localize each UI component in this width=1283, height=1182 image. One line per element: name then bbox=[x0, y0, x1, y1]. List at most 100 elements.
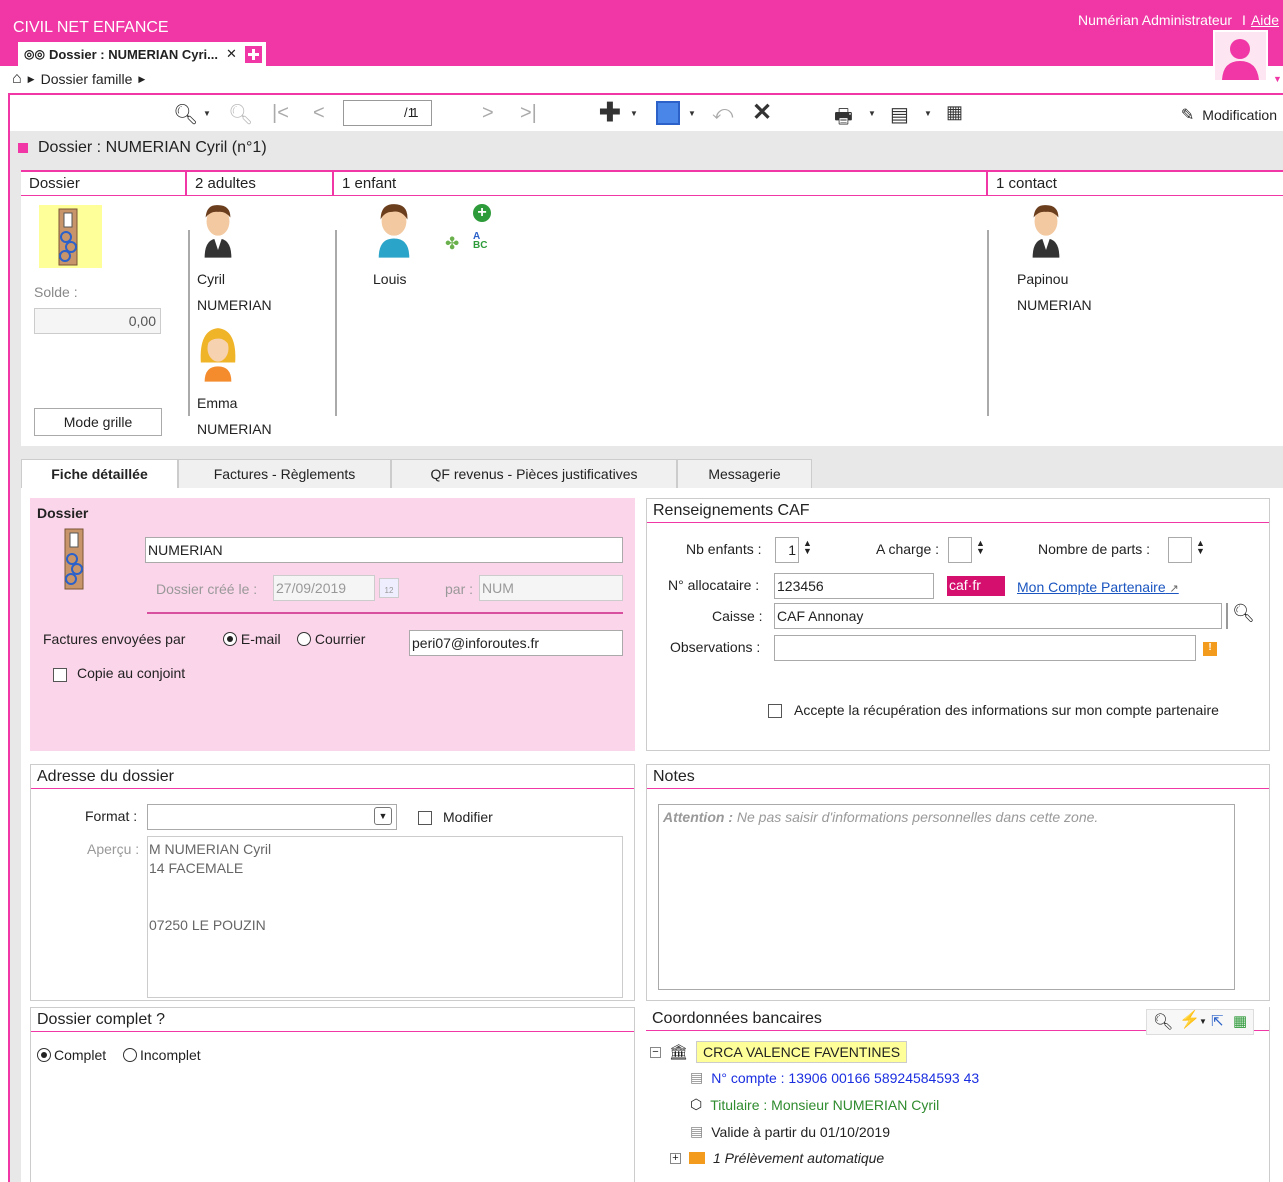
previous-page-icon[interactable]: < bbox=[313, 102, 325, 125]
child-avatar-icon bbox=[378, 204, 410, 258]
grid-icon[interactable]: ▦ bbox=[946, 102, 963, 123]
modification-mode[interactable]: ✎ Modification bbox=[1181, 105, 1277, 125]
avatar-dropdown-icon[interactable]: ▼ bbox=[1273, 74, 1282, 84]
edit-icon: ✎ bbox=[1180, 107, 1195, 124]
caisse-input[interactable]: CAF Annonay bbox=[774, 603, 1222, 629]
expand-icon[interactable]: + bbox=[670, 1152, 681, 1164]
chevron-down-icon[interactable]: ▼ bbox=[924, 109, 932, 118]
email-input[interactable]: peri07@inforoutes.fr bbox=[409, 630, 623, 656]
holder: Titulaire : Monsieur NUMERIAN Cyril bbox=[710, 1096, 940, 1113]
divider bbox=[188, 230, 190, 416]
solde-label: Solde : bbox=[34, 284, 78, 300]
incomplete-label: Incomplet bbox=[140, 1047, 201, 1063]
export-icon[interactable]: ⇱ bbox=[1211, 1012, 1224, 1030]
bank-tree-root[interactable]: − 🏛︎ CRCA VALENCE FAVENTINES bbox=[650, 1041, 908, 1063]
contact-last-name: NUMERIAN bbox=[1017, 297, 1092, 313]
abc-blocks-icon[interactable]: A BC bbox=[473, 232, 487, 251]
chevron-down-icon[interactable]: ▼ bbox=[1199, 1017, 1207, 1026]
observations-input[interactable] bbox=[774, 635, 1196, 661]
zoom-icon[interactable]: 🔍︎ bbox=[228, 102, 253, 127]
validity-row[interactable]: ▤ Valide à partir du 01/10/2019 bbox=[690, 1123, 890, 1140]
settings-icon[interactable]: ▤ bbox=[890, 102, 909, 127]
chevron-down-icon[interactable]: ▼ bbox=[374, 807, 392, 825]
warning-icon[interactable]: ! bbox=[1203, 642, 1217, 656]
new-tab-icon[interactable] bbox=[244, 45, 262, 63]
home-icon[interactable]: ⌂ bbox=[12, 70, 22, 88]
parts-input[interactable] bbox=[1168, 537, 1192, 563]
search-icon[interactable]: 🔍︎ bbox=[1153, 1012, 1173, 1032]
bank-name: CRCA VALENCE FAVENTINES bbox=[696, 1041, 908, 1063]
adult-card[interactable]: Emma NUMERIAN bbox=[197, 324, 272, 442]
radio-icon bbox=[297, 632, 311, 646]
chevron-down-icon[interactable]: ▼ bbox=[203, 109, 211, 118]
lightning-icon[interactable]: ⚡ bbox=[1179, 1010, 1200, 1030]
debit-row[interactable]: + 1 Prélèvement automatique bbox=[670, 1150, 884, 1166]
calendar-icon[interactable]: 12 bbox=[379, 578, 399, 598]
breadcrumb-item[interactable]: Dossier famille bbox=[41, 71, 133, 87]
dependent-input[interactable] bbox=[948, 537, 972, 563]
tab-factures[interactable]: Factures - Règlements bbox=[178, 459, 391, 489]
stepper-icon[interactable]: ▲ ▼ bbox=[976, 539, 985, 556]
search-icon[interactable]: 🔍︎ bbox=[1232, 603, 1255, 624]
tab-fiche-detaillee[interactable]: Fiche détaillée bbox=[21, 459, 178, 490]
partner-account-link[interactable]: Mon Compte Partenaire ↗ bbox=[1017, 579, 1179, 595]
tab-messagerie[interactable]: Messagerie bbox=[677, 459, 812, 489]
account-number: N° compte : 13906 00166 58924584593 43 bbox=[711, 1069, 980, 1086]
allocataire-input[interactable]: 123456 bbox=[774, 573, 934, 599]
chevron-down-icon[interactable]: ▼ bbox=[868, 109, 876, 118]
puzzle-icon[interactable]: ✤ bbox=[445, 234, 459, 254]
next-page-icon[interactable]: > bbox=[482, 102, 494, 125]
contact-card[interactable]: Papinou NUMERIAN bbox=[1017, 200, 1092, 318]
tab-qf-revenus[interactable]: QF revenus - Pièces justificatives bbox=[391, 459, 677, 489]
stepper-icon[interactable]: ▲ ▼ bbox=[1196, 539, 1205, 556]
undo-icon[interactable]: ⤺ bbox=[712, 102, 733, 125]
save-icon[interactable] bbox=[656, 101, 680, 125]
page-input[interactable]: 1/ 1 bbox=[343, 100, 432, 126]
mail-radio[interactable]: Courrier bbox=[297, 631, 365, 647]
nb-children-label: Nb enfants : bbox=[686, 541, 762, 557]
user-name[interactable]: Numérian Administrateur bbox=[1078, 12, 1232, 28]
child-card[interactable]: Louis bbox=[373, 200, 415, 292]
first-page-icon[interactable]: |< bbox=[272, 102, 289, 125]
breadcrumb: ⌂ ▶ Dossier famille ▶ bbox=[12, 70, 145, 88]
chevron-down-icon[interactable]: ▼ bbox=[688, 109, 696, 118]
add-child-icon[interactable]: + bbox=[473, 204, 491, 222]
email-radio[interactable]: E-mail bbox=[223, 631, 281, 647]
collapse-icon[interactable]: − bbox=[650, 1046, 661, 1058]
grid-mode-button[interactable]: Mode grille bbox=[34, 408, 162, 436]
nb-children-input[interactable]: 1 bbox=[775, 537, 799, 563]
last-page-icon[interactable]: >| bbox=[520, 102, 537, 125]
dossier-icon[interactable] bbox=[39, 205, 102, 268]
caf-logo[interactable]: caf·fr bbox=[947, 576, 1005, 596]
format-select[interactable] bbox=[147, 804, 397, 830]
adult-card[interactable]: Cyril NUMERIAN bbox=[197, 200, 272, 318]
tab-dossier[interactable]: ◎◎ Dossier : NUMERIAN Cyri... ✕ bbox=[18, 42, 266, 66]
copy-spouse-checkbox[interactable] bbox=[53, 668, 67, 682]
add-icon[interactable]: ✚ bbox=[599, 97, 621, 128]
accept-checkbox[interactable] bbox=[768, 704, 782, 718]
notes-textarea[interactable]: Attention : Ne pas saisir d'informations… bbox=[658, 804, 1235, 990]
document-icon: ▤ bbox=[690, 1069, 704, 1085]
family-header-children: 1 enfant bbox=[334, 172, 988, 196]
help-link[interactable]: Aide bbox=[1251, 12, 1279, 28]
delete-icon[interactable]: ✕ bbox=[752, 98, 772, 127]
user-separator: I bbox=[1241, 12, 1246, 28]
created-date-input: 27/09/2019 bbox=[273, 575, 375, 601]
notes-warning-bold: Attention : bbox=[663, 809, 733, 825]
search-icon[interactable]: 🔍︎ bbox=[173, 102, 198, 127]
by-label: par : bbox=[445, 581, 474, 597]
holder-row[interactable]: ⬡ Titulaire : Monsieur NUMERIAN Cyril bbox=[690, 1096, 939, 1113]
close-icon[interactable]: ✕ bbox=[226, 46, 237, 62]
modify-checkbox[interactable] bbox=[418, 811, 432, 825]
bank-account-row[interactable]: ▤ N° compte : 13906 00166 58924584593 43 bbox=[690, 1069, 979, 1086]
dossier-name-input[interactable]: NUMERIAN bbox=[145, 537, 623, 563]
user-avatar[interactable] bbox=[1213, 30, 1268, 82]
spreadsheet-icon[interactable]: ▦ bbox=[1233, 1012, 1247, 1030]
shield-icon: ⬡ bbox=[690, 1096, 703, 1112]
stepper-icon[interactable]: ▲ ▼ bbox=[803, 539, 812, 556]
allocataire-label: N° allocataire : bbox=[668, 577, 760, 593]
chevron-down-icon[interactable]: ▼ bbox=[630, 109, 638, 118]
complete-radio[interactable]: Complet bbox=[37, 1047, 106, 1063]
radio-icon bbox=[123, 1048, 137, 1062]
incomplete-radio[interactable]: Incomplet bbox=[123, 1047, 201, 1063]
